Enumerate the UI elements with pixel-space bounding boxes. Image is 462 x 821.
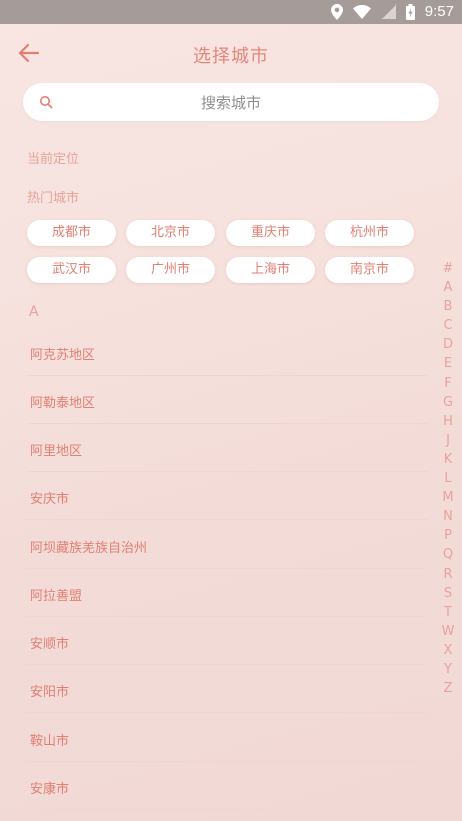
index-letter[interactable]: Z xyxy=(440,679,456,698)
group-letter: A xyxy=(29,304,39,320)
index-letter[interactable]: X xyxy=(440,641,456,660)
hot-city-chip[interactable]: 成都市 xyxy=(27,220,116,246)
city-name: 安阳市 xyxy=(30,685,70,700)
index-letter[interactable]: E xyxy=(440,354,456,373)
status-bar: 9:57 xyxy=(0,0,462,24)
city-name: 阿勒泰地区 xyxy=(30,396,96,411)
city-item[interactable]: 阿克苏地区 xyxy=(26,328,428,376)
hot-cities-label: 热门城市 xyxy=(27,191,80,206)
city-name: 安康市 xyxy=(30,782,70,797)
index-letter[interactable]: M xyxy=(440,488,456,507)
index-letter[interactable]: F xyxy=(440,374,456,393)
city-item[interactable]: 安庆市 xyxy=(26,472,428,520)
index-letter[interactable]: Y xyxy=(440,660,456,679)
index-letter[interactable]: P xyxy=(440,526,456,545)
index-letter[interactable]: W xyxy=(440,622,456,641)
city-item[interactable]: 安阳市 xyxy=(26,665,428,713)
signal-icon xyxy=(380,4,396,19)
search-placeholder: 搜索城市 xyxy=(200,94,261,112)
page-title: 选择城市 xyxy=(193,46,269,67)
hot-city-chip[interactable]: 重庆市 xyxy=(226,220,315,246)
hot-city-chip[interactable]: 上海市 xyxy=(226,257,315,283)
alphabet-index: # A B C D E F G H J K L M N P Q R S T W … xyxy=(440,259,456,698)
index-letter[interactable]: Q xyxy=(440,545,456,564)
city-name: 安顺市 xyxy=(30,637,70,652)
index-letter[interactable]: C xyxy=(440,316,456,335)
index-letter[interactable]: K xyxy=(440,450,456,469)
battery-icon xyxy=(405,3,415,20)
city-item[interactable]: 阿勒泰地区 xyxy=(26,376,428,424)
index-letter[interactable]: D xyxy=(440,335,456,354)
index-letter[interactable]: B xyxy=(440,297,456,316)
city-name: 鞍山市 xyxy=(30,734,70,749)
hot-city-chip[interactable]: 武汉市 xyxy=(27,257,116,283)
city-name: 安庆市 xyxy=(30,492,70,507)
city-item[interactable]: 阿坝藏族羌族自治州 xyxy=(26,521,428,569)
index-letter[interactable]: G xyxy=(440,393,456,412)
location-icon xyxy=(330,3,343,20)
index-letter[interactable]: S xyxy=(440,584,456,603)
divider xyxy=(26,809,428,810)
index-letter[interactable]: N xyxy=(440,507,456,526)
header: 选择城市 xyxy=(0,24,462,80)
index-letter[interactable]: A xyxy=(440,278,456,297)
hot-city-chip[interactable]: 南京市 xyxy=(325,257,414,283)
city-item[interactable]: 阿拉善盟 xyxy=(26,569,428,617)
city-item[interactable]: 安康市 xyxy=(26,762,428,810)
divider xyxy=(26,519,428,520)
city-item[interactable]: 鞍山市 xyxy=(26,714,428,762)
index-letter[interactable]: H xyxy=(440,412,456,431)
city-name: 阿克苏地区 xyxy=(30,348,96,363)
hot-city-chip[interactable]: 广州市 xyxy=(126,257,215,283)
wifi-icon xyxy=(352,4,371,19)
city-name: 阿拉善盟 xyxy=(30,589,83,604)
divider xyxy=(26,712,428,713)
city-item[interactable]: 安顺市 xyxy=(26,617,428,665)
index-letter[interactable]: J xyxy=(440,431,456,450)
city-name: 阿坝藏族羌族自治州 xyxy=(30,541,148,556)
city-item[interactable]: 阿里地区 xyxy=(26,424,428,472)
hot-city-chip[interactable]: 杭州市 xyxy=(325,220,414,246)
hot-city-chip[interactable]: 北京市 xyxy=(126,220,215,246)
index-letter[interactable]: T xyxy=(440,603,456,622)
index-letter[interactable]: R xyxy=(440,565,456,584)
status-time: 9:57 xyxy=(424,3,454,20)
current-location-label: 当前定位 xyxy=(27,152,80,167)
index-letter[interactable]: # xyxy=(440,259,456,278)
search-input[interactable]: 搜索城市 xyxy=(23,83,439,121)
index-letter[interactable]: L xyxy=(440,469,456,488)
city-name: 阿里地区 xyxy=(30,444,83,459)
